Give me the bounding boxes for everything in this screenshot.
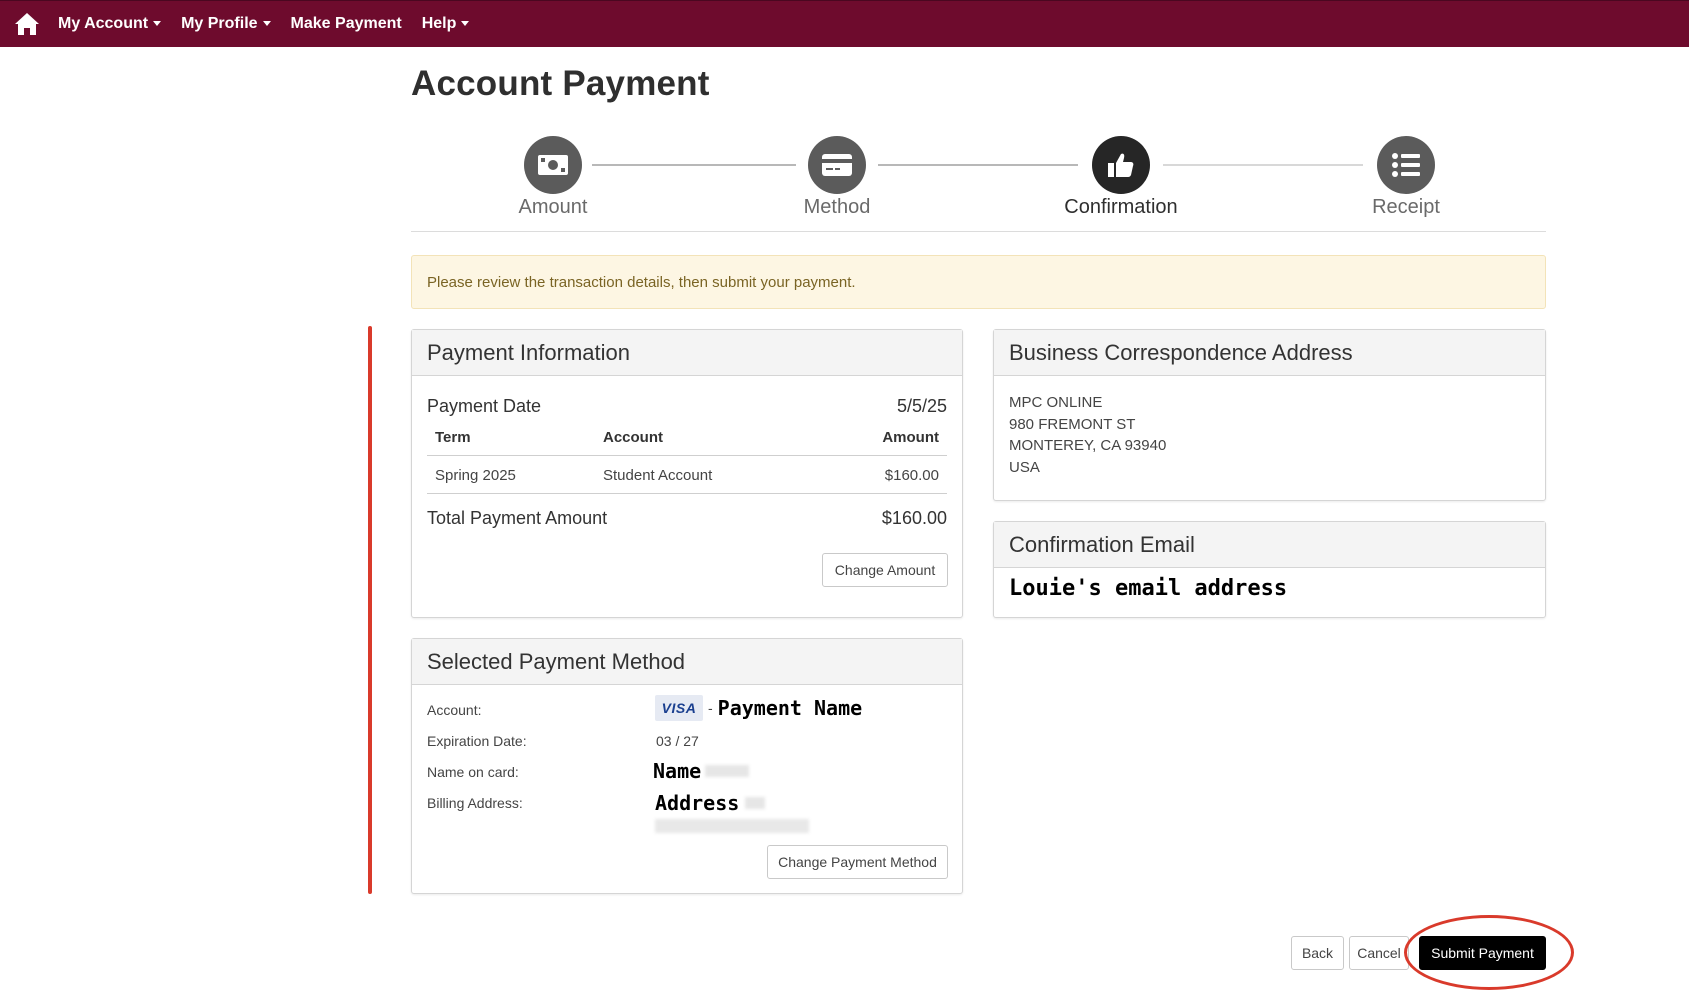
name-on-card-label: Name on card: xyxy=(427,764,519,780)
account-label: Account: xyxy=(427,702,482,718)
caret-down-icon xyxy=(153,20,162,26)
billing-address-value: Address xyxy=(655,791,809,833)
billing-address-label: Billing Address: xyxy=(427,795,523,811)
cell-amount: $160.00 xyxy=(817,455,947,494)
nav-make-payment-label: Make Payment xyxy=(290,15,402,32)
address-line: MPC ONLINE xyxy=(1009,394,1103,411)
account-name-overlay: Payment Name xyxy=(717,696,863,720)
redacted-city xyxy=(655,819,809,833)
address-line: USA xyxy=(1009,458,1040,476)
caret-down-icon xyxy=(461,20,470,26)
progress-stepper: Amount Method Confirmation Receipt xyxy=(411,130,1546,232)
nav-my-profile[interactable]: My Profile xyxy=(181,15,271,33)
annotation-line xyxy=(368,326,372,894)
change-amount-button[interactable]: Change Amount xyxy=(822,553,948,587)
name-overlay: Name xyxy=(653,759,702,783)
column-header-term: Term xyxy=(427,423,595,456)
address-overlay: Address xyxy=(655,791,740,815)
step-receipt-label: Receipt xyxy=(1372,196,1440,218)
submit-payment-button[interactable]: Submit Payment xyxy=(1419,936,1546,970)
account-value: VISA - Payment Name xyxy=(655,695,862,721)
top-navbar: My Account My Profile Make Payment Help xyxy=(0,0,1689,47)
back-button[interactable]: Back xyxy=(1291,936,1344,970)
payment-information-heading: Payment Information xyxy=(412,330,962,376)
home-icon[interactable] xyxy=(14,11,40,37)
nav-help-label: Help xyxy=(421,15,457,32)
business-address-panel: Business Correspondence Address MPC ONLI… xyxy=(993,329,1546,501)
payment-date-row: Payment Date 5/5/25 xyxy=(427,396,947,417)
nav-my-account[interactable]: My Account xyxy=(58,15,162,33)
payment-date-label: Payment Date xyxy=(427,396,542,416)
table-row: Spring 2025 Student Account $160.00 xyxy=(427,455,947,494)
expiration-value: 03 / 27 xyxy=(656,733,699,749)
step-method: Method xyxy=(757,136,917,219)
confirmation-email-heading: Confirmation Email xyxy=(994,522,1545,568)
column-header-amount: Amount xyxy=(817,423,947,456)
payment-date-value: 5/5/25 xyxy=(896,396,947,416)
address-line: MONTEREY, CA 93940 xyxy=(1009,437,1167,454)
business-address-heading: Business Correspondence Address xyxy=(994,330,1545,376)
nav-help[interactable]: Help xyxy=(422,15,470,33)
review-alert-text: Please review the transaction details, t… xyxy=(427,273,856,291)
thumbs-up-icon xyxy=(1092,136,1150,194)
redacted-address xyxy=(745,797,766,809)
nav-my-profile-label: My Profile xyxy=(181,15,258,32)
page-title: Account Payment xyxy=(411,64,710,103)
email-overlay: Louie's email address xyxy=(1009,576,1288,601)
step-confirmation: Confirmation xyxy=(1041,136,1201,219)
address-line: 980 FREMONT ST xyxy=(1009,415,1136,433)
selected-payment-method-panel: Selected Payment Method Account: VISA - … xyxy=(411,638,963,894)
selected-payment-method-heading: Selected Payment Method xyxy=(412,639,962,685)
step-amount-label: Amount xyxy=(518,196,588,218)
money-bill-icon xyxy=(524,136,582,194)
confirmation-email-panel: Confirmation Email Louie's email address xyxy=(993,521,1546,618)
credit-card-icon xyxy=(808,136,866,194)
cell-account: Student Account xyxy=(595,455,818,494)
payment-information-panel: Payment Information Payment Date 5/5/25 … xyxy=(411,329,963,618)
review-alert: Please review the transaction details, t… xyxy=(411,255,1546,309)
expiration-label: Expiration Date: xyxy=(427,733,527,749)
list-icon xyxy=(1377,136,1435,194)
redacted-surname xyxy=(705,765,750,777)
cancel-button[interactable]: Cancel xyxy=(1349,936,1409,970)
cell-term: Spring 2025 xyxy=(427,455,595,494)
change-payment-method-button[interactable]: Change Payment Method xyxy=(767,845,948,879)
total-label: Total Payment Amount xyxy=(427,508,608,528)
name-on-card-value: Name xyxy=(653,759,750,783)
column-header-account: Account xyxy=(595,423,818,456)
nav-my-account-label: My Account xyxy=(58,15,149,32)
caret-down-icon xyxy=(262,20,271,26)
step-method-label: Method xyxy=(803,196,871,218)
account-separator: - xyxy=(708,700,713,716)
step-amount: Amount xyxy=(473,136,633,219)
total-row: Total Payment Amount $160.00 xyxy=(427,508,947,529)
payment-items-table: Term Account Amount Spring 2025 Student … xyxy=(427,423,947,494)
nav-make-payment[interactable]: Make Payment xyxy=(291,15,402,33)
step-confirmation-label: Confirmation xyxy=(1064,196,1178,218)
step-receipt: Receipt xyxy=(1326,136,1486,219)
visa-card-icon: VISA xyxy=(655,695,703,721)
total-value: $160.00 xyxy=(881,508,947,528)
